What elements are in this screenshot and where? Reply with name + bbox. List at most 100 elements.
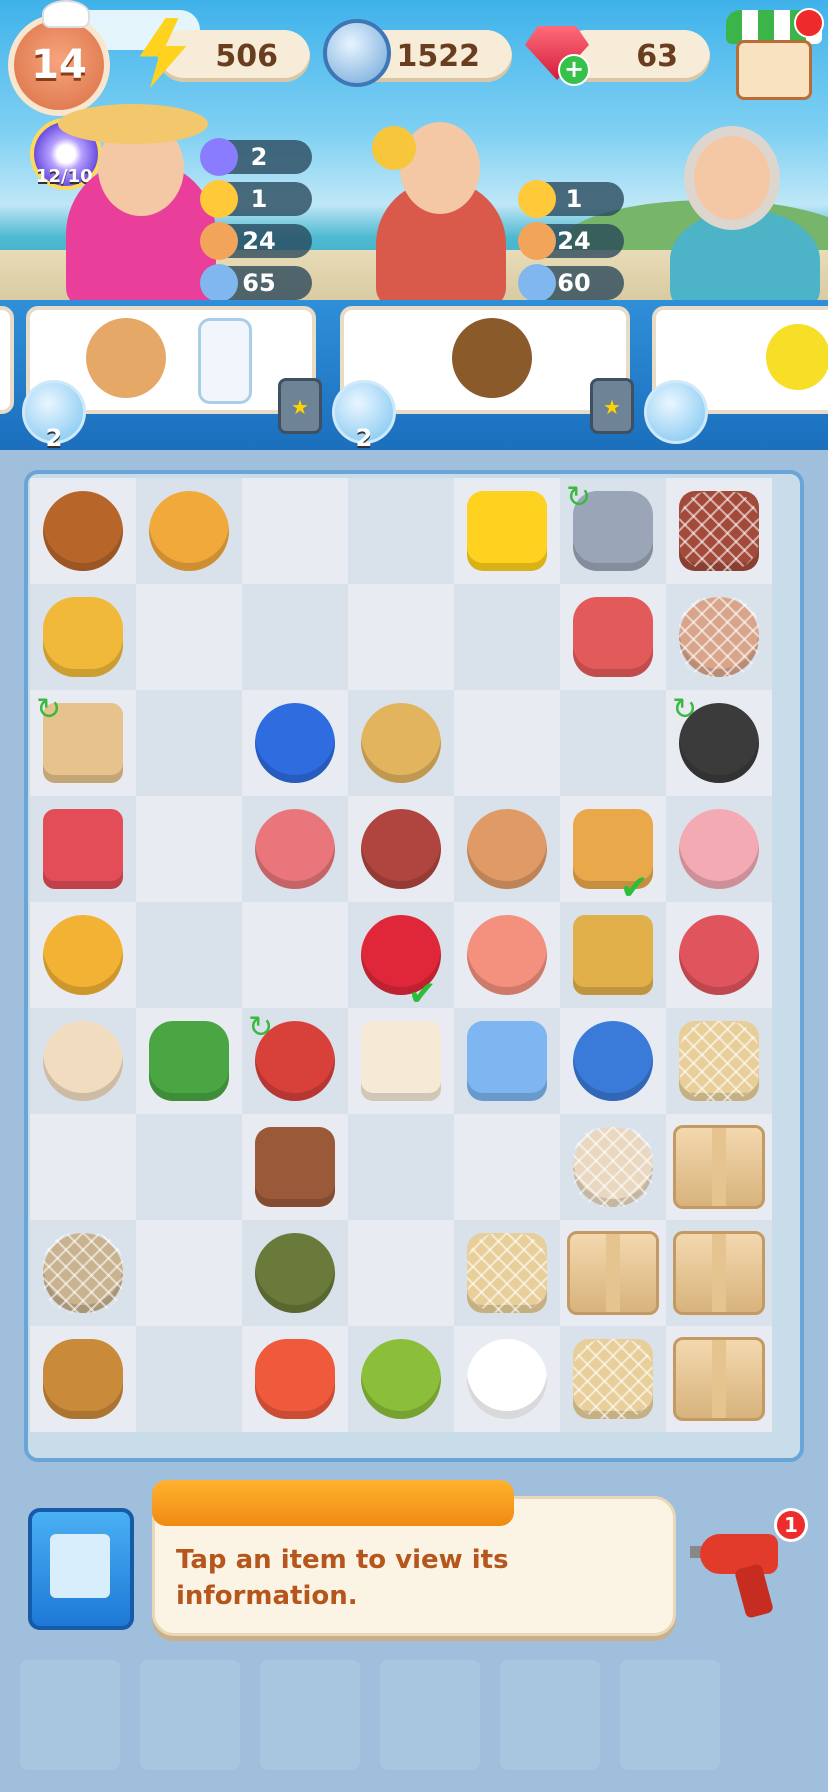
lightning-icon	[128, 18, 198, 88]
customer-3-face	[684, 126, 780, 230]
board-cell[interactable]	[454, 796, 560, 902]
board-cell[interactable]	[136, 690, 242, 796]
board-cell[interactable]	[136, 1114, 242, 1220]
board-cell[interactable]	[242, 1326, 348, 1432]
blueberry-icon	[255, 703, 335, 783]
coin-value: 1522	[396, 38, 481, 74]
board-cell[interactable]	[242, 584, 348, 690]
veg-box-icon	[573, 915, 653, 995]
gem-value: 63	[636, 38, 678, 74]
board-cell[interactable]	[348, 690, 454, 796]
board-cell[interactable]	[454, 1114, 560, 1220]
floor-tile	[260, 1660, 360, 1770]
board-cell[interactable]	[30, 584, 136, 690]
board-cell[interactable]	[242, 902, 348, 1008]
board-cell[interactable]: ✔	[348, 902, 454, 1014]
cheese-web-icon	[679, 1021, 759, 1101]
fish-icon	[43, 1339, 123, 1419]
board-cell[interactable]	[136, 902, 242, 1008]
info-text: Tap an item to view its information.	[176, 1545, 509, 1611]
board-cell[interactable]	[666, 1008, 772, 1114]
board-cell[interactable]	[136, 1008, 242, 1114]
sun-hat-icon	[58, 104, 208, 144]
ribs-icon	[43, 809, 123, 889]
order-card-partial	[0, 306, 14, 414]
board-cell[interactable]	[348, 796, 454, 902]
board-cell[interactable]	[136, 1220, 242, 1326]
board-cell[interactable]	[666, 902, 772, 1008]
chef-hat-icon	[42, 0, 90, 28]
board-cell[interactable]	[348, 1220, 454, 1326]
board-cell[interactable]	[454, 1220, 560, 1326]
add-gems-button[interactable]: +	[558, 54, 590, 86]
pasta-icon	[43, 915, 123, 995]
drumstick-icon	[679, 809, 759, 889]
board-cell[interactable]	[666, 796, 772, 902]
board-cell[interactable]	[242, 478, 348, 584]
board-cell[interactable]	[30, 1114, 136, 1220]
board-cell[interactable]	[666, 584, 772, 690]
floor-tile	[620, 1660, 720, 1770]
board-cell[interactable]	[242, 690, 348, 796]
clam-web-icon	[43, 1233, 123, 1313]
pork-icon	[679, 915, 759, 995]
floor-tile	[20, 1660, 120, 1770]
board-cell[interactable]	[348, 478, 454, 584]
ruby-icon: +	[522, 18, 592, 88]
board-cell[interactable]	[560, 584, 666, 690]
herbs-icon	[149, 1021, 229, 1101]
board-cell[interactable]: ↻	[560, 478, 666, 584]
board-cell[interactable]	[136, 796, 242, 902]
board-cell[interactable]: ↻	[666, 690, 772, 796]
board-cell[interactable]	[454, 478, 560, 584]
cheese-web-icon	[467, 1233, 547, 1313]
board-cell[interactable]	[454, 902, 560, 1008]
board-cell[interactable]	[454, 690, 560, 796]
board-cell[interactable]	[30, 1326, 136, 1432]
board-cell[interactable]: ✔	[560, 796, 666, 908]
drill-tool-button[interactable]	[690, 1520, 790, 1620]
board-cell[interactable]	[136, 1326, 242, 1432]
board-cell[interactable]	[136, 584, 242, 690]
board-cell[interactable]	[348, 1326, 454, 1432]
board-cell[interactable]	[348, 1114, 454, 1220]
board-cell[interactable]	[666, 1114, 772, 1220]
board-cell[interactable]	[666, 478, 772, 584]
customer-2-stat-2: 24	[518, 222, 624, 260]
info-panel-header	[152, 1480, 514, 1526]
board-cell[interactable]: ↻	[30, 690, 136, 796]
board-cell[interactable]	[454, 1008, 560, 1114]
board-cell[interactable]	[560, 690, 666, 796]
board-cell[interactable]	[30, 478, 136, 584]
board-cell[interactable]	[666, 1326, 772, 1432]
board-cell[interactable]	[560, 1114, 666, 1220]
customer-2-stat-3: 60	[518, 264, 624, 302]
bag-icon[interactable]	[278, 378, 322, 434]
bag-icon[interactable]	[590, 378, 634, 434]
board-cell[interactable]	[136, 478, 242, 584]
floor-tile	[380, 1660, 480, 1770]
board-cell[interactable]	[30, 902, 136, 1008]
board-cell[interactable]	[454, 1326, 560, 1432]
board-cell[interactable]	[30, 796, 136, 902]
board-cell[interactable]	[348, 584, 454, 690]
board-cell[interactable]	[560, 902, 666, 1008]
board-cell[interactable]	[454, 584, 560, 690]
board-cell[interactable]	[560, 1220, 666, 1326]
level-badge[interactable]: 14	[8, 14, 110, 116]
shrimp-icon	[361, 1339, 441, 1419]
lemon-icon	[766, 324, 828, 390]
board-cell[interactable]	[242, 1220, 348, 1326]
board-cell[interactable]	[560, 1008, 666, 1114]
board-cell[interactable]	[30, 1008, 136, 1114]
dough-icon	[43, 1021, 123, 1101]
board-cell[interactable]: ↻	[242, 1008, 348, 1114]
board-cell[interactable]	[560, 1326, 666, 1432]
board-cell[interactable]	[242, 1114, 348, 1220]
box-icon	[673, 1337, 765, 1421]
board-cell[interactable]	[242, 796, 348, 902]
fridge-storage-button[interactable]	[28, 1508, 134, 1630]
board-cell[interactable]	[30, 1220, 136, 1326]
board-cell[interactable]	[666, 1220, 772, 1326]
board-cell[interactable]	[348, 1008, 454, 1114]
